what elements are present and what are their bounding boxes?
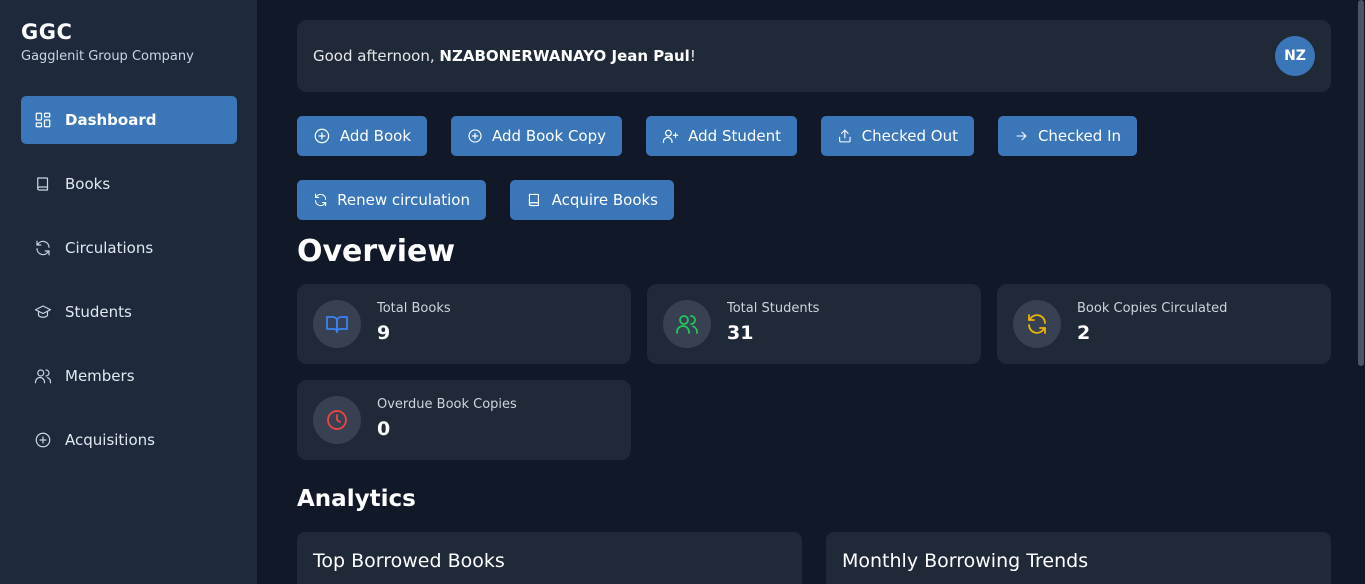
panel-title: Monthly Borrowing Trends [842, 550, 1089, 572]
stat-card-copies-circulated: Book Copies Circulated 2 [997, 284, 1331, 364]
stat-value: 31 [727, 322, 754, 344]
greeting-bar: Good afternoon, NZABONERWANAYO Jean Paul… [297, 20, 1331, 92]
greeting-prefix: Good afternoon, [313, 47, 440, 65]
scrollbar[interactable] [1357, 0, 1365, 584]
stat-card-overdue-copies: Overdue Book Copies 0 [297, 380, 631, 460]
stat-label: Book Copies Circulated [1077, 301, 1228, 316]
sidebar-item-dashboard[interactable]: Dashboard [21, 96, 237, 144]
book-icon [528, 193, 540, 207]
user-name: NZABONERWANAYO Jean Paul [439, 47, 690, 65]
stat-label: Total Students [727, 301, 820, 316]
button-label: Checked Out [861, 127, 958, 145]
checked-out-button[interactable]: Checked Out [821, 116, 974, 156]
stat-card-total-books: Total Books 9 [297, 284, 631, 364]
sidebar-nav: Dashboard Books Circulations Students Me… [21, 96, 237, 480]
scrollbar-thumb[interactable] [1358, 0, 1364, 366]
users-icon [34, 367, 52, 385]
sidebar-item-circulations[interactable]: Circulations [21, 224, 237, 272]
greeting-suffix: ! [689, 47, 696, 65]
stat-label: Total Books [377, 301, 451, 316]
refresh-icon [34, 239, 52, 257]
stat-card-total-students: Total Students 31 [647, 284, 981, 364]
top-borrowed-books-panel: Top Borrowed Books [297, 532, 802, 584]
dashboard-icon [34, 111, 52, 129]
sidebar-item-books[interactable]: Books [21, 160, 237, 208]
plus-circle-icon [34, 431, 52, 449]
sidebar-item-label: Books [65, 175, 111, 193]
brand: GGC Gagglenit Group Company [21, 20, 194, 64]
refresh-icon [1013, 300, 1061, 348]
button-label: Add Book [339, 127, 411, 145]
app: GGC Gagglenit Group Company Dashboard Bo… [0, 0, 1365, 584]
sidebar: GGC Gagglenit Group Company Dashboard Bo… [0, 0, 257, 584]
sidebar-item-label: Circulations [65, 239, 154, 257]
sidebar-item-label: Acquisitions [65, 431, 155, 449]
open-book-icon [313, 300, 361, 348]
plus-circle-icon [468, 129, 482, 143]
add-book-copy-button[interactable]: Add Book Copy [451, 116, 622, 156]
stat-value: 2 [1077, 322, 1091, 344]
user-plus-icon [662, 129, 679, 144]
panel-title: Top Borrowed Books [313, 550, 505, 572]
avatar[interactable]: NZ [1275, 36, 1315, 76]
sidebar-item-students[interactable]: Students [21, 288, 237, 336]
add-student-button[interactable]: Add Student [646, 116, 797, 156]
sidebar-item-acquisitions[interactable]: Acquisitions [21, 416, 237, 464]
checked-in-button[interactable]: Checked In [998, 116, 1137, 156]
overview-title: Overview [297, 234, 456, 269]
plus-circle-icon [314, 128, 330, 144]
sidebar-item-label: Dashboard [65, 111, 157, 129]
button-label: Acquire Books [551, 191, 658, 209]
refresh-icon [314, 193, 327, 207]
users-icon [663, 300, 711, 348]
brand-title: GGC [21, 20, 73, 44]
clock-icon [313, 396, 361, 444]
analytics-title: Analytics [297, 486, 416, 512]
stat-value: 9 [377, 322, 391, 344]
graduation-cap-icon [34, 303, 52, 321]
sidebar-item-members[interactable]: Members [21, 352, 237, 400]
button-label: Add Student [688, 127, 781, 145]
sidebar-item-label: Students [65, 303, 132, 321]
brand-subtitle: Gagglenit Group Company [21, 49, 194, 64]
book-icon [34, 175, 52, 193]
sidebar-item-label: Members [65, 367, 135, 385]
renew-circulation-button[interactable]: Renew circulation [297, 180, 486, 220]
monthly-borrowing-trends-panel: Monthly Borrowing Trends [826, 532, 1331, 584]
add-book-button[interactable]: Add Book [297, 116, 427, 156]
greeting-text: Good afternoon, NZABONERWANAYO Jean Paul… [313, 47, 696, 65]
acquire-books-button[interactable]: Acquire Books [510, 180, 674, 220]
stat-value: 0 [377, 418, 391, 440]
stat-label: Overdue Book Copies [377, 397, 517, 412]
upload-icon [839, 129, 851, 143]
button-label: Add Book Copy [492, 127, 606, 145]
button-label: Checked In [1037, 127, 1121, 145]
arrow-right-icon [1016, 131, 1027, 141]
button-label: Renew circulation [337, 191, 470, 209]
